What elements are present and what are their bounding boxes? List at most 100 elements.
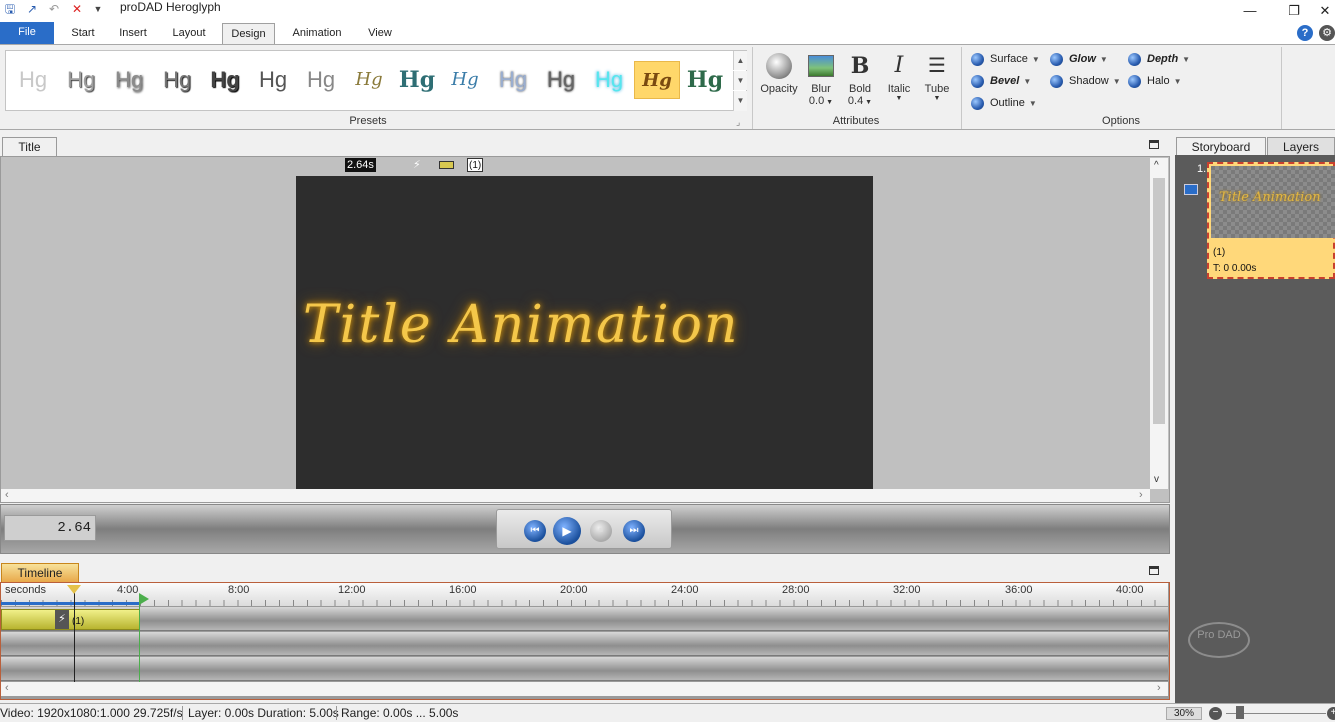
tube-button[interactable]: ☰ Tube ▼ — [917, 49, 957, 102]
quick-access-dropdown-icon[interactable]: ▼ — [91, 2, 105, 16]
playhead-marker-icon[interactable] — [67, 585, 81, 594]
preset-item[interactable]: Hg — [538, 61, 584, 99]
storyboard-item-number: 1. — [1197, 163, 1207, 175]
bold-button[interactable]: B Bold 0.4 ▼ — [840, 49, 880, 107]
presets-scroll-up-icon[interactable]: ▲ — [733, 51, 747, 70]
scroll-left-icon[interactable]: ‹ — [5, 682, 9, 694]
timeline-track[interactable] — [1, 607, 1168, 631]
playhead[interactable] — [74, 589, 75, 683]
preset-item[interactable]: Hg — [202, 61, 248, 99]
timeline-track[interactable] — [1, 657, 1168, 681]
opacity-button[interactable]: Opacity — [759, 49, 799, 95]
preset-item-selected[interactable]: Hg — [634, 61, 680, 99]
scroll-down-icon[interactable]: v — [1154, 474, 1159, 485]
shadow-option[interactable]: Shadow ▼ — [1050, 72, 1121, 90]
tab-layout[interactable]: Layout — [165, 23, 213, 45]
timeline-clip[interactable]: ⚡ (1) — [1, 609, 140, 630]
preset-item[interactable]: Hg — [298, 61, 344, 99]
timeline-scrollbar[interactable] — [1, 682, 1168, 696]
close-file-icon[interactable]: ✕ — [70, 2, 84, 16]
tab-storyboard[interactable]: Storyboard — [1176, 137, 1266, 156]
vertical-scroll-thumb[interactable] — [1153, 178, 1165, 424]
opacity-icon — [759, 49, 799, 83]
zoom-slider-thumb[interactable] — [1236, 706, 1244, 719]
settings-icon[interactable]: ⚙ — [1319, 25, 1335, 41]
presets-expand-icon[interactable]: ▼ — [733, 91, 747, 111]
preset-item[interactable]: Hg — [682, 61, 728, 99]
minimize-button[interactable]: — — [1237, 4, 1263, 20]
storyboard-thumbnail[interactable]: Title Animation — [1211, 166, 1335, 238]
ruler-tick-label: 20:00 — [560, 584, 588, 596]
close-button[interactable]: ✕ — [1312, 4, 1335, 20]
presets-scroll-down-icon[interactable]: ▼ — [733, 71, 747, 90]
depth-option[interactable]: Depth ▼ — [1128, 50, 1190, 68]
preset-item[interactable]: Hg — [154, 61, 200, 99]
tab-insert[interactable]: Insert — [112, 23, 154, 45]
zoom-in-icon[interactable]: + — [1327, 707, 1335, 720]
title-pane-tab[interactable]: Title — [2, 137, 57, 156]
preset-item[interactable]: Hg — [58, 61, 104, 99]
italic-button[interactable]: I Italic ▼ — [879, 49, 919, 102]
blur-value: 0.0 — [808, 95, 825, 107]
bold-icon: B — [850, 53, 870, 79]
sphere-icon — [971, 52, 984, 66]
ruler-tick-label: 36:00 — [1005, 584, 1033, 596]
preset-item[interactable]: Hg — [346, 61, 392, 99]
surface-option[interactable]: Surface ▼ — [971, 50, 1040, 68]
zoom-out-icon[interactable]: − — [1209, 707, 1222, 720]
layer-badge: (1) — [467, 158, 484, 172]
time-badge: 2.64s — [345, 158, 376, 172]
help-icon[interactable]: ? — [1297, 25, 1313, 41]
prodad-logo: Pro DAD — [1188, 622, 1250, 658]
tab-animation[interactable]: Animation — [284, 23, 350, 45]
horizontal-scrollbar[interactable] — [1, 489, 1150, 502]
undo-icon[interactable]: ↶ — [47, 2, 61, 16]
preset-item[interactable]: Hg — [250, 61, 296, 99]
tab-file[interactable]: File — [0, 22, 54, 44]
zoom-value[interactable]: 30% — [1166, 707, 1202, 720]
open-icon[interactable]: ↗ — [25, 2, 39, 16]
ruler-tick-label: 16:00 — [449, 584, 477, 596]
player-controls: ⏮ ▶ ⏸ ⏭ — [496, 509, 672, 549]
timeline-ruler[interactable]: seconds 4:00 8:00 12:00 16:00 20:00 24:0… — [1, 583, 1168, 606]
dialog-launcher-icon[interactable]: ⌟ — [736, 117, 740, 128]
skip-to-start-icon[interactable]: ⏮ — [524, 520, 546, 542]
glow-option[interactable]: Glow ▼ — [1050, 50, 1108, 68]
italic-label: Italic — [887, 83, 911, 95]
bevel-option[interactable]: Bevel ▼ — [971, 72, 1031, 90]
pause-icon[interactable]: ⏸ — [590, 520, 612, 542]
skip-to-end-icon[interactable]: ⏭ — [623, 520, 645, 542]
timecode-display[interactable]: 2.64 — [4, 515, 96, 541]
tab-start[interactable]: Start — [62, 23, 104, 45]
preset-item[interactable]: Hg — [106, 61, 152, 99]
preset-item[interactable]: Hg — [394, 61, 440, 99]
canvas-title-text[interactable]: Title Animation — [303, 270, 773, 380]
restore-button[interactable]: ❐ — [1281, 4, 1307, 20]
maximize-pane-icon[interactable] — [1149, 140, 1159, 149]
presets-gallery: Hg Hg Hg Hg Hg Hg Hg Hg Hg Hg Hg Hg Hg H… — [5, 50, 747, 111]
scroll-right-icon[interactable]: › — [1157, 682, 1161, 694]
preset-item[interactable]: Hg — [586, 61, 632, 99]
sphere-icon — [1050, 74, 1063, 88]
timeline-track[interactable] — [1, 632, 1168, 656]
scroll-right-icon[interactable]: › — [1139, 489, 1143, 501]
halo-option[interactable]: Halo ▼ — [1128, 72, 1182, 90]
play-icon[interactable]: ▶ — [553, 517, 581, 545]
maximize-timeline-icon[interactable] — [1149, 566, 1159, 575]
end-marker-flag-icon[interactable] — [139, 593, 149, 605]
monitor-icon — [1184, 184, 1198, 195]
timeline-tab[interactable]: Timeline — [1, 563, 79, 582]
preset-item[interactable]: Hg — [10, 61, 56, 99]
tab-design[interactable]: Design — [222, 23, 275, 45]
scroll-up-icon[interactable]: ^ — [1154, 160, 1159, 171]
outline-option[interactable]: Outline ▼ — [971, 94, 1037, 112]
preset-item[interactable]: Hg — [490, 61, 536, 99]
preset-item[interactable]: Hg — [442, 61, 488, 99]
tab-view[interactable]: View — [360, 23, 400, 45]
scroll-left-icon[interactable]: ‹ — [5, 489, 9, 501]
tab-layers[interactable]: Layers — [1267, 137, 1335, 156]
end-marker[interactable] — [139, 595, 140, 683]
save-icon[interactable]: 🖫 — [3, 2, 17, 16]
blur-button[interactable]: Blur 0.0 ▼ — [801, 49, 841, 107]
ruler-ticks — [1, 600, 1168, 606]
